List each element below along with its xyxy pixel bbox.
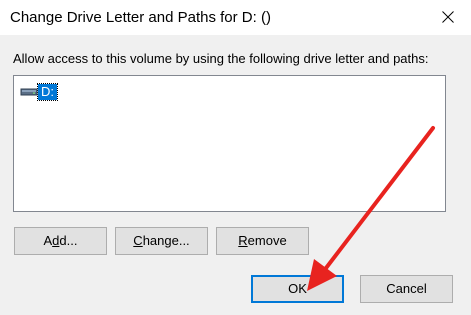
close-icon	[442, 11, 454, 23]
dialog-window: Change Drive Letter and Paths for D: () …	[0, 0, 471, 315]
drive-icon	[20, 84, 38, 100]
add-label-prefix: A	[43, 233, 53, 248]
cancel-button[interactable]: Cancel	[360, 275, 453, 303]
drive-letter-label: D:	[37, 83, 58, 101]
add-button[interactable]: Add...	[14, 227, 107, 255]
remove-label-mnemonic: R	[238, 233, 248, 248]
window-title: Change Drive Letter and Paths for D: ()	[10, 9, 271, 26]
remove-button[interactable]: Remove	[216, 227, 309, 255]
remove-label-suffix: emove	[247, 233, 287, 248]
ok-button[interactable]: OK	[251, 275, 344, 303]
close-button[interactable]	[425, 0, 471, 35]
change-button[interactable]: Change...	[115, 227, 208, 255]
access-instructions-label: Allow access to this volume by using the…	[13, 51, 429, 66]
change-label-suffix: hange...	[142, 233, 190, 248]
drive-paths-listbox[interactable]: D:	[13, 75, 446, 212]
change-label-mnemonic: C	[133, 233, 143, 248]
list-item[interactable]: D:	[20, 83, 58, 101]
title-bar: Change Drive Letter and Paths for D: ()	[0, 0, 471, 35]
add-label-suffix: d...	[59, 233, 78, 248]
